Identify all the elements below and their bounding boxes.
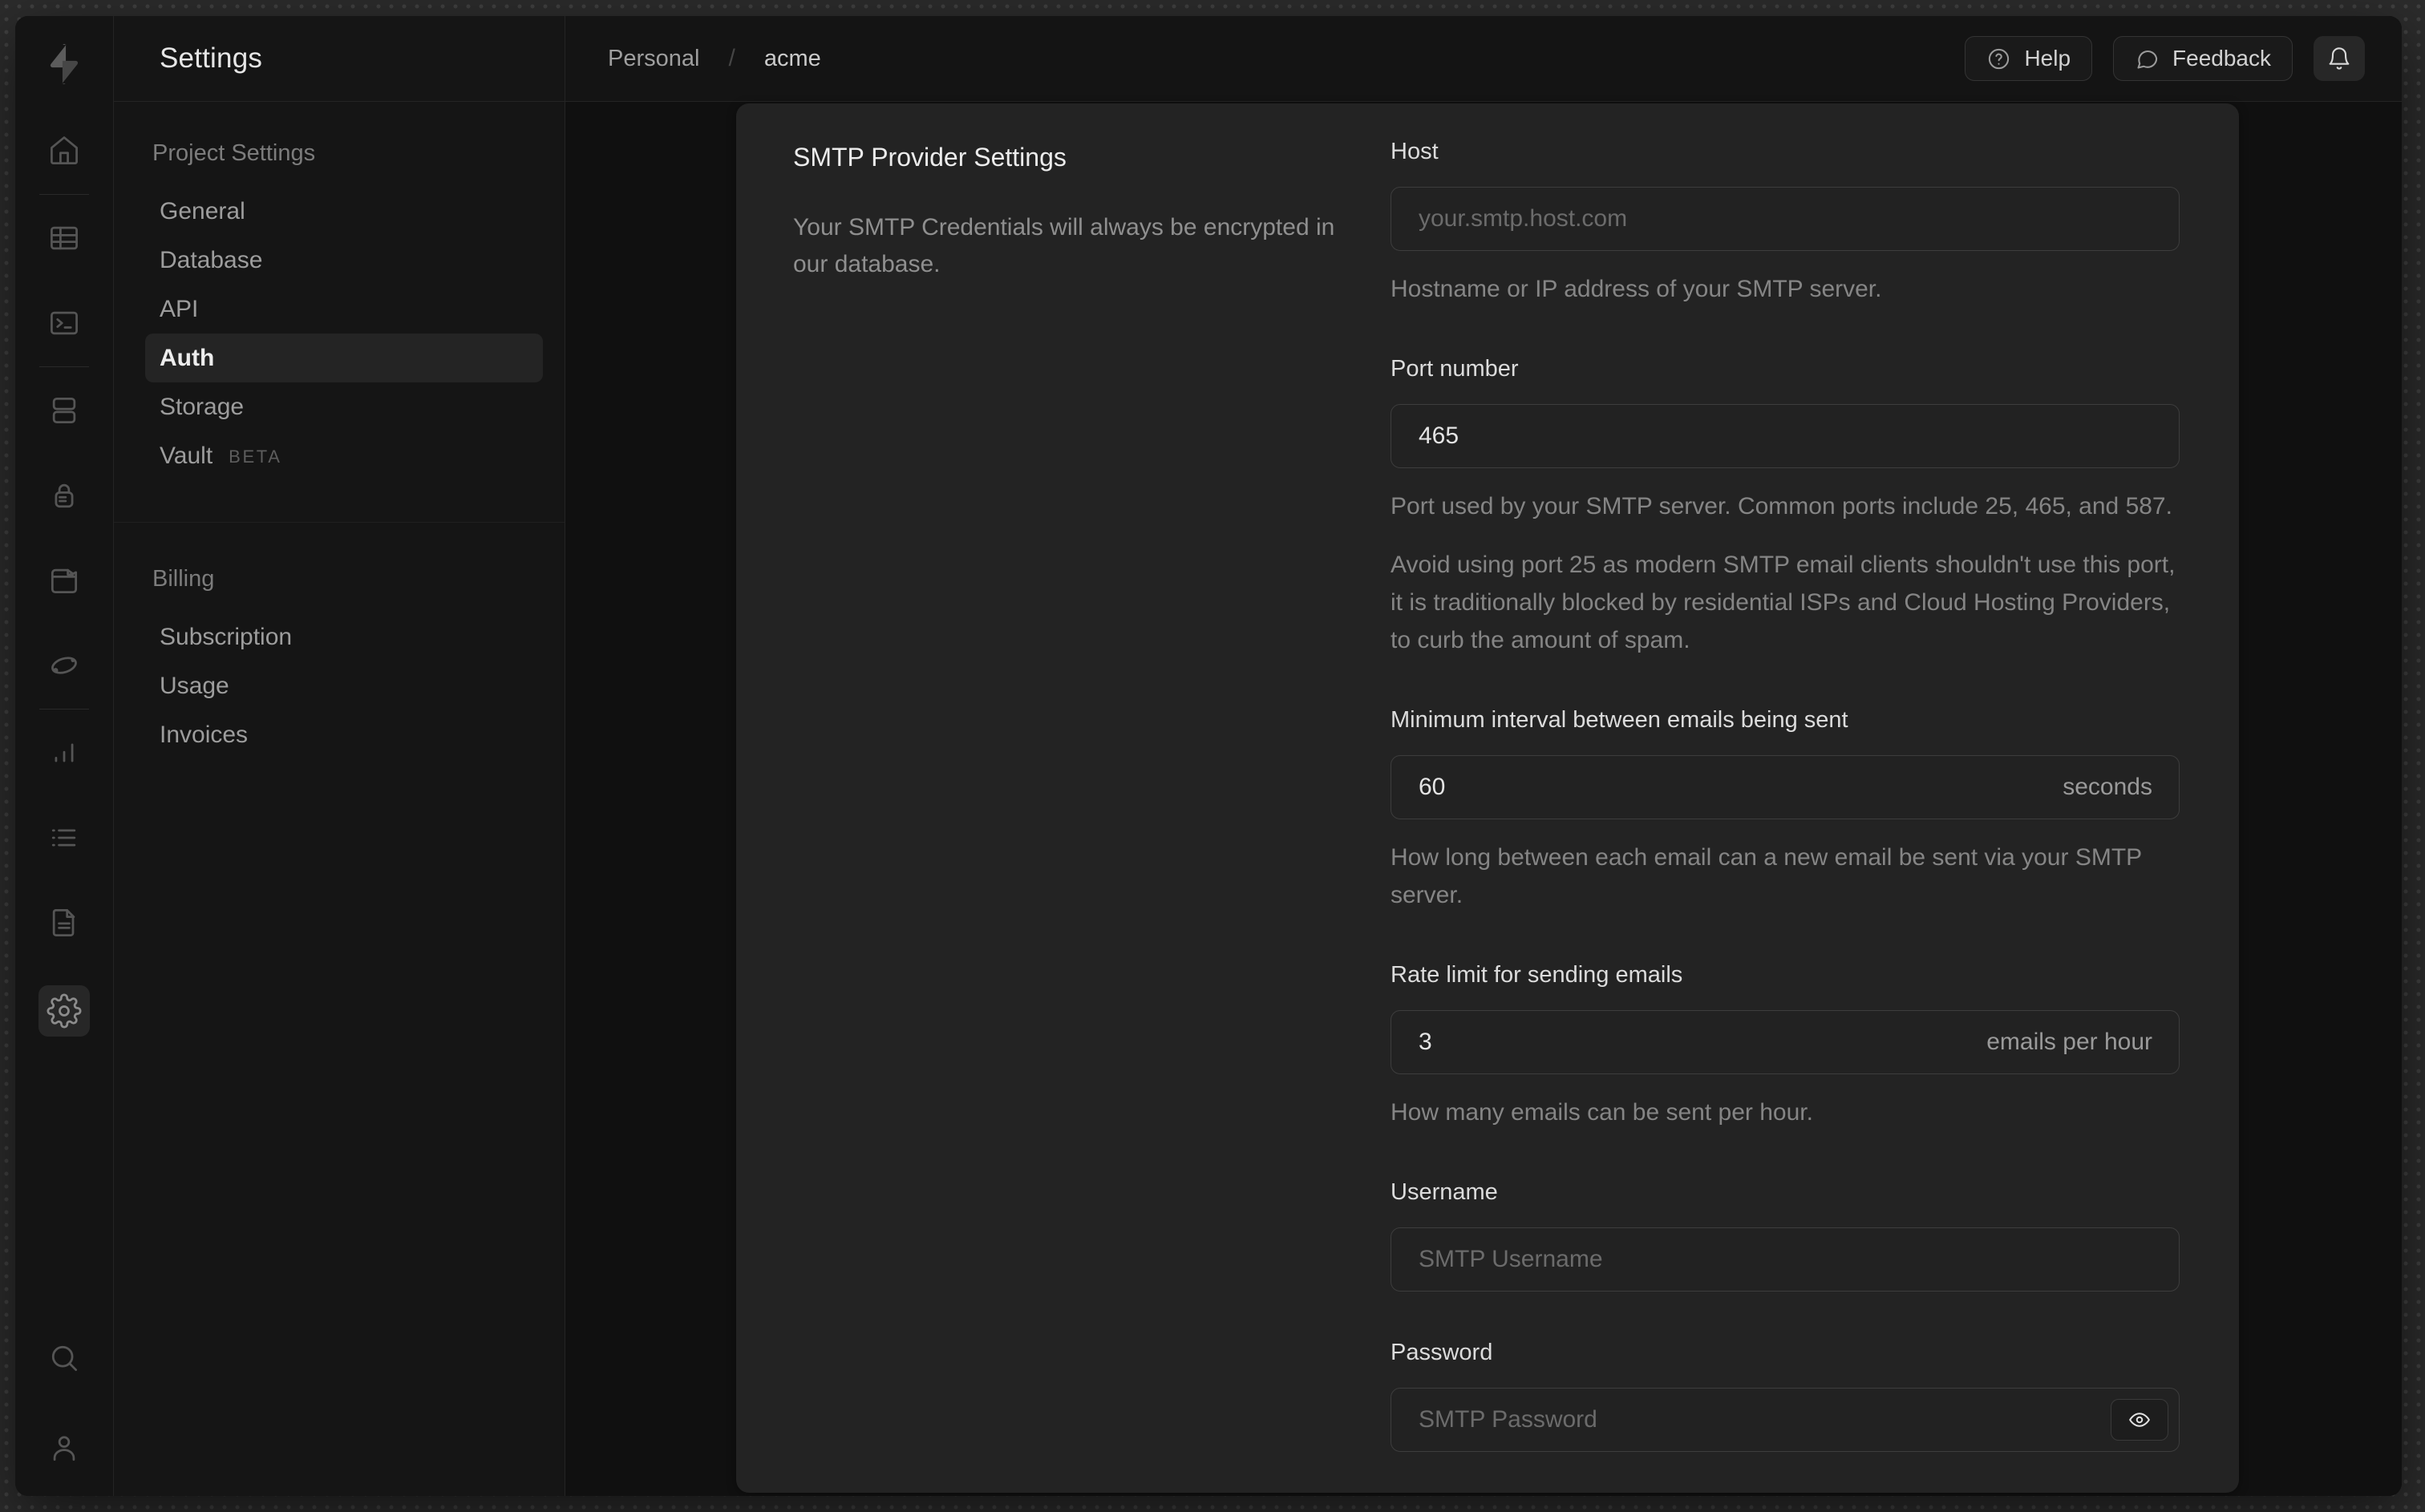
menu-heading-project-settings: Project Settings (152, 139, 316, 166)
bell-icon (2329, 47, 2350, 70)
panel-form-column: Host Hostname or IP address of your SMTP… (1391, 103, 2239, 1493)
menu-group-project-settings: Project Settings General Database API Au… (114, 102, 565, 522)
feedback-button[interactable]: Feedback (2113, 36, 2293, 81)
field-password: Password (1391, 1338, 2180, 1452)
sidebar-item-auth[interactable]: Auth (145, 334, 543, 382)
help-button[interactable]: Help (1965, 36, 2093, 81)
rail-nav (38, 128, 90, 1070)
storage-icon[interactable] (38, 558, 90, 603)
user-icon[interactable] (38, 1425, 90, 1470)
toggle-password-visibility-button[interactable] (2111, 1399, 2168, 1441)
help-button-label: Help (2024, 46, 2071, 71)
search-icon[interactable] (38, 1336, 90, 1381)
rate-limit-input[interactable] (1391, 1010, 2180, 1074)
rail-bottom (38, 1336, 90, 1496)
chat-bubble-icon (2137, 50, 2158, 69)
field-rate-limit: Rate limit for sending emails emails per… (1391, 960, 2180, 1131)
field-minimum-interval: Minimum interval between emails being se… (1391, 705, 2180, 914)
field-host: Host Hostname or IP address of your SMTP… (1391, 137, 2180, 308)
minimum-interval-input[interactable] (1391, 755, 2180, 819)
username-label: Username (1391, 1179, 1498, 1205)
settings-icon[interactable] (38, 985, 90, 1037)
app-window: Settings Project Settings General Databa… (15, 16, 2402, 1496)
icon-rail (15, 16, 114, 1496)
panel-title: SMTP Provider Settings (793, 143, 1067, 172)
logs-icon[interactable] (38, 815, 90, 860)
sidebar-item-database[interactable]: Database (145, 236, 543, 285)
feedback-button-label: Feedback (2172, 46, 2271, 71)
panel-description-column: SMTP Provider Settings Your SMTP Credent… (736, 103, 1391, 1493)
top-actions: Help Feedback (1965, 36, 2365, 81)
database-icon[interactable] (38, 388, 90, 433)
breadcrumb-org[interactable]: Personal (608, 46, 699, 72)
username-input-wrap (1391, 1227, 2180, 1292)
rate-limit-help: How many emails can be sent per hour. (1391, 1099, 1813, 1126)
sidebar-item-subscription[interactable]: Subscription (145, 612, 543, 661)
content-area: SMTP Provider Settings Your SMTP Credent… (565, 102, 2402, 1496)
sidebar-item-usage[interactable]: Usage (145, 661, 543, 710)
reports-icon[interactable] (38, 730, 90, 775)
sidebar-item-general[interactable]: General (145, 187, 543, 236)
sidebar-body: Project Settings General Database API Au… (114, 102, 565, 801)
table-editor-icon[interactable] (38, 216, 90, 261)
breadcrumb-project[interactable]: acme (764, 46, 821, 72)
username-input[interactable] (1391, 1227, 2180, 1292)
help-circle-icon (1989, 48, 2010, 69)
minimum-interval-label: Minimum interval between emails being se… (1391, 707, 1848, 733)
password-input[interactable] (1391, 1388, 2180, 1452)
port-help-2: Avoid using port 25 as modern SMTP email… (1391, 552, 2176, 653)
host-label: Host (1391, 139, 1439, 164)
password-input-wrap (1391, 1388, 2180, 1452)
port-label: Port number (1391, 356, 1519, 382)
notifications-button[interactable] (2314, 36, 2365, 81)
sidebar-item-label: Vault (160, 442, 213, 469)
menu-heading-billing: Billing (152, 565, 215, 592)
beta-badge: BETA (229, 447, 282, 467)
rail-divider (39, 194, 89, 195)
password-label: Password (1391, 1340, 1493, 1365)
host-help: Hostname or IP address of your SMTP serv… (1391, 276, 1882, 302)
eye-icon (2129, 1413, 2150, 1427)
breadcrumb: Personal / acme (608, 45, 821, 72)
sidebar-item-storage[interactable]: Storage (145, 382, 543, 431)
port-input[interactable] (1391, 404, 2180, 468)
main-area: Personal / acme Help Feedback SMTP Provi… (565, 16, 2402, 1496)
rail-divider (39, 709, 89, 710)
edge-functions-icon[interactable] (38, 643, 90, 688)
rail-divider (39, 366, 89, 367)
minimum-interval-help: How long between each email can a new em… (1391, 844, 2142, 908)
auth-icon[interactable] (38, 473, 90, 518)
breadcrumb-separator: / (728, 45, 735, 71)
page-title: Settings (160, 42, 263, 74)
docs-icon[interactable] (38, 900, 90, 945)
supabase-logo-icon[interactable] (42, 40, 87, 88)
host-input[interactable] (1391, 187, 2180, 251)
field-port: Port number Port used by your SMTP serve… (1391, 354, 2180, 659)
host-input-wrap (1391, 187, 2180, 251)
field-username: Username (1391, 1178, 2180, 1292)
sql-editor-icon[interactable] (38, 301, 90, 346)
minimum-interval-input-wrap: seconds (1391, 755, 2180, 819)
panel-description: Your SMTP Credentials will always be enc… (793, 214, 1335, 277)
sidebar-header: Settings (114, 16, 565, 102)
home-icon[interactable] (38, 128, 90, 173)
rate-limit-label: Rate limit for sending emails (1391, 962, 1683, 988)
sidebar-item-api[interactable]: API (145, 285, 543, 334)
top-bar: Personal / acme Help Feedback (565, 16, 2402, 102)
port-help-1: Port used by your SMTP server. Common po… (1391, 493, 2172, 519)
rate-limit-input-wrap: emails per hour (1391, 1010, 2180, 1074)
menu-group-billing: Billing Subscription Usage Invoices (114, 522, 565, 801)
sidebar-item-invoices[interactable]: Invoices (145, 710, 543, 759)
settings-sidebar: Settings Project Settings General Databa… (114, 16, 565, 1496)
sidebar-item-vault[interactable]: Vault BETA (145, 431, 543, 480)
smtp-settings-panel: SMTP Provider Settings Your SMTP Credent… (736, 103, 2239, 1493)
port-input-wrap (1391, 404, 2180, 468)
